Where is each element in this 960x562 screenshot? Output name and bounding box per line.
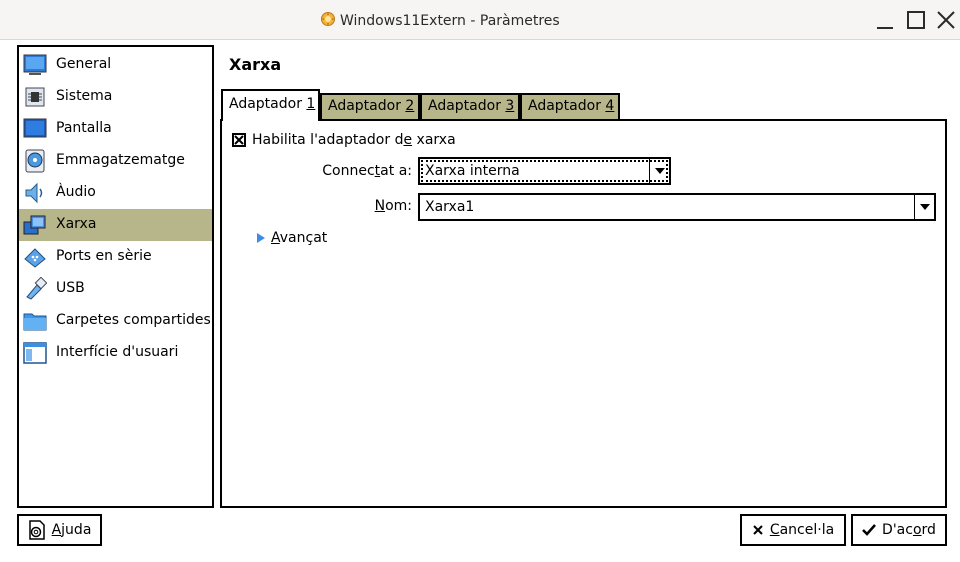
advanced-label: Avançat (271, 230, 327, 246)
page-title: Xarxa (229, 55, 282, 74)
general-monitor-icon (23, 53, 47, 77)
tab-label-mnemonic: 4 (605, 98, 615, 114)
sidebar-item-carpetes-compartides[interactable]: Carpetes compartides (19, 305, 212, 337)
sidebar-item-pantalla[interactable]: Pantalla (19, 113, 212, 145)
attached-to-label: Connectat a: (300, 163, 412, 179)
close-icon (937, 11, 955, 29)
chevron-down-icon[interactable] (649, 159, 669, 183)
attached-to-value: Xarxa interna (425, 163, 520, 179)
sidebar-item-label: Carpetes compartides (56, 312, 211, 328)
sidebar-item-label: Emmagatzematge (56, 152, 185, 168)
label-mnemonic: e (403, 132, 413, 148)
tab-label: Adaptador (229, 96, 307, 112)
window-edge (0, 40, 6, 562)
label-mnemonic: C (769, 522, 780, 538)
tab-adaptador-1[interactable]: Adaptador 1 (221, 89, 320, 121)
label-part: vançat (279, 230, 328, 246)
sidebar-item-label: Sistema (56, 88, 113, 104)
tab-label-mnemonic: 1 (306, 96, 316, 112)
maximize-icon (907, 11, 925, 29)
help-button[interactable]: Ajuda (17, 514, 102, 546)
sidebar-item-xarxa[interactable]: Xarxa (19, 209, 212, 241)
sidebar-item-sistema[interactable]: Sistema (19, 81, 212, 113)
tab-label-mnemonic: 3 (505, 98, 515, 114)
enable-adapter-label: Habilita l'adaptador de xarxa (252, 132, 456, 148)
system-chip-icon (23, 85, 47, 109)
label-mnemonic: A (51, 522, 62, 538)
chevron-down-icon[interactable] (914, 195, 934, 219)
label-mnemonic: N (374, 198, 386, 214)
network-name-combobox[interactable]: Xarxa1 (418, 193, 936, 221)
checkbox-cross-icon (234, 135, 244, 145)
label-mnemonic: o (912, 522, 922, 538)
help-button-label: Ajuda (52, 522, 92, 538)
sidebar-item-label: Àudio (56, 184, 96, 200)
display-monitor-icon (23, 117, 47, 141)
label-mnemonic: A (271, 230, 280, 246)
tab-label: Adaptador (428, 98, 506, 114)
minimize-button[interactable] (872, 8, 898, 34)
sidebar-item-label: USB (56, 280, 85, 296)
advanced-expander[interactable]: Avançat (257, 228, 327, 248)
tab-adaptador-3[interactable]: Adaptador 3 (420, 93, 520, 120)
checkmark-icon (862, 524, 876, 536)
sidebar-item-label: General (56, 56, 112, 72)
label-part: juda (61, 522, 92, 538)
sidebar-item-general[interactable]: General (19, 49, 212, 81)
tab-adaptador-2[interactable]: Adaptador 2 (320, 93, 420, 120)
cancel-button[interactable]: Cancel·la (740, 514, 846, 546)
help-icon (28, 520, 45, 540)
enable-adapter-checkbox-row[interactable]: Habilita l'adaptador de xarxa (232, 131, 456, 149)
label-part: om: (385, 198, 412, 214)
sidebar-item-usb[interactable]: USB (19, 273, 212, 305)
sidebar-item-label: Pantalla (56, 120, 112, 136)
close-button[interactable] (933, 8, 959, 34)
label-part: rd (921, 522, 936, 538)
sidebar-item-audio[interactable]: Àudio (19, 177, 212, 209)
label-part: ancel·la (779, 522, 835, 538)
sidebar-item-label: Ports en sèrie (56, 248, 152, 264)
tab-label: Adaptador (328, 98, 406, 114)
tab-label: Adaptador (528, 98, 606, 114)
ok-button[interactable]: D'acord (851, 514, 947, 546)
window-title: Windows11Extern - Paràmetres (340, 13, 560, 29)
network-name-value: Xarxa1 (425, 199, 475, 215)
expand-arrow-icon[interactable] (257, 233, 265, 243)
cancel-x-icon (753, 525, 763, 535)
label-part: Connec (322, 163, 375, 179)
attached-to-select[interactable]: Xarxa interna (418, 157, 671, 185)
network-name-label: Nom: (330, 198, 412, 214)
label-part: D'ac (882, 522, 913, 538)
ok-button-label: D'acord (882, 522, 936, 538)
virtualbox-app-icon (320, 11, 336, 31)
enable-adapter-checkbox[interactable] (232, 133, 246, 147)
tab-adaptador-4[interactable]: Adaptador 4 (520, 93, 620, 120)
settings-category-list[interactable]: General Sistema Pantalla Emmagatzematge … (17, 45, 214, 508)
storage-disk-icon (23, 149, 47, 173)
serial-port-icon (23, 245, 47, 269)
sidebar-item-label: Xarxa (56, 216, 97, 232)
user-interface-icon (23, 341, 47, 365)
window-title-area: Windows11Extern - Paràmetres (320, 11, 560, 31)
sidebar-item-emmagatzematge[interactable]: Emmagatzematge (19, 145, 212, 177)
maximize-button[interactable] (903, 8, 929, 34)
network-icon (23, 213, 47, 237)
label-part: at a: (380, 163, 412, 179)
tab-label-mnemonic: 2 (405, 98, 415, 114)
minimize-icon (877, 27, 893, 29)
sidebar-item-label: Interfície d'usuari (56, 344, 179, 360)
sidebar-item-interficie-usuari[interactable]: Interfície d'usuari (19, 337, 212, 369)
cancel-button-label: Cancel·la (770, 522, 834, 538)
label-part: xarxa (412, 132, 456, 148)
label-part: Habilita l'adaptador d (252, 132, 404, 148)
sidebar-item-ports-serie[interactable]: Ports en sèrie (19, 241, 212, 273)
title-bar: Windows11Extern - Paràmetres (0, 0, 960, 40)
shared-folder-icon (23, 309, 47, 333)
audio-speaker-icon (23, 181, 47, 205)
usb-icon (23, 277, 47, 301)
